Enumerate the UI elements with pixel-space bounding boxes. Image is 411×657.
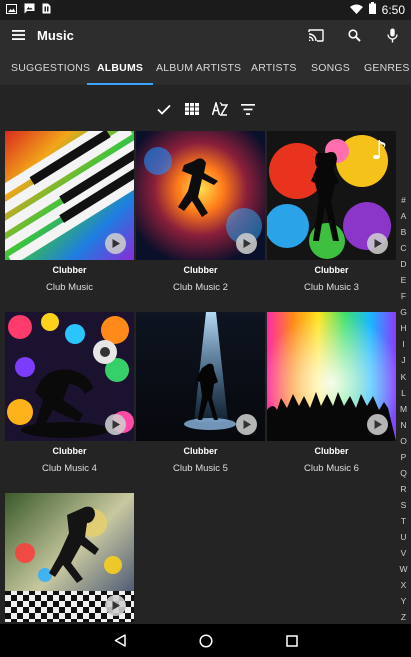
navigation-bar: [0, 624, 411, 657]
album-card[interactable]: Clubber Club Music 5: [136, 312, 265, 482]
alphabet-letter[interactable]: U: [400, 533, 406, 542]
alphabet-letter[interactable]: #: [401, 196, 406, 205]
alphabet-letter[interactable]: H: [400, 324, 406, 333]
alphabet-letter[interactable]: T: [401, 517, 406, 526]
album-card[interactable]: Clubber Club Music 6: [267, 312, 396, 482]
album-artist: Clubber: [183, 446, 218, 456]
alphabet-letter[interactable]: V: [401, 549, 407, 558]
alphabet-letter[interactable]: Y: [401, 597, 407, 606]
album-artist: Clubber: [314, 446, 349, 456]
album-art: [267, 312, 396, 441]
album-art: [5, 493, 134, 622]
album-art: [136, 131, 265, 260]
alphabet-letter[interactable]: N: [400, 421, 406, 430]
play-icon[interactable]: [105, 233, 126, 254]
album-artist: Clubber: [52, 446, 87, 456]
alphabet-letter[interactable]: O: [400, 437, 407, 446]
alphabet-letter[interactable]: W: [399, 565, 407, 574]
play-icon[interactable]: [105, 414, 126, 435]
album-card[interactable]: Clubber Club Music 2: [136, 131, 265, 301]
album-grid: Clubber Club Music Clubber Club Music 2 …: [0, 0, 396, 622]
alphabet-letter[interactable]: L: [401, 389, 406, 398]
alphabet-letter[interactable]: P: [401, 453, 407, 462]
album-art: [136, 312, 265, 441]
album-card[interactable]: [5, 493, 134, 622]
album-card[interactable]: ♪ Clubber Club Music 3: [267, 131, 396, 301]
play-icon[interactable]: [367, 233, 388, 254]
alphabet-letter[interactable]: J: [401, 356, 405, 365]
alphabet-letter[interactable]: K: [401, 373, 407, 382]
album-card[interactable]: Clubber Club Music 4: [5, 312, 134, 482]
alphabet-letter[interactable]: I: [402, 340, 404, 349]
play-icon[interactable]: [236, 233, 257, 254]
album-card[interactable]: Clubber Club Music: [5, 131, 134, 301]
album-title: Club Music 3: [304, 282, 359, 293]
album-art: [5, 312, 134, 441]
album-title: Club Music: [46, 282, 93, 293]
play-icon[interactable]: [236, 414, 257, 435]
alphabet-index[interactable]: # A B C D E F G H I J K L M N O P Q R S T U V W X Y Z: [396, 196, 411, 622]
alphabet-letter[interactable]: S: [401, 501, 407, 510]
alphabet-letter[interactable]: Z: [401, 613, 406, 622]
alphabet-letter[interactable]: A: [401, 212, 407, 221]
alphabet-letter[interactable]: D: [400, 260, 406, 269]
album-artist: Clubber: [52, 265, 87, 275]
album-art: [5, 131, 134, 260]
alphabet-letter[interactable]: X: [401, 581, 407, 590]
album-title: Club Music 5: [173, 463, 228, 474]
album-title: Club Music 6: [304, 463, 359, 474]
recents-icon[interactable]: [282, 631, 302, 651]
alphabet-letter[interactable]: M: [400, 405, 407, 414]
alphabet-letter[interactable]: R: [400, 485, 406, 494]
album-title: Club Music 4: [42, 463, 97, 474]
alphabet-letter[interactable]: Q: [400, 469, 407, 478]
alphabet-letter[interactable]: E: [401, 276, 407, 285]
album-artist: Clubber: [183, 265, 218, 275]
alphabet-letter[interactable]: G: [400, 308, 407, 317]
home-icon[interactable]: [196, 631, 216, 651]
svg-text:♪: ♪: [371, 136, 388, 166]
play-icon[interactable]: [105, 595, 126, 616]
album-title: Club Music 2: [173, 282, 228, 293]
album-artist: Clubber: [314, 265, 349, 275]
back-icon[interactable]: [110, 631, 130, 651]
play-icon[interactable]: [367, 414, 388, 435]
alphabet-letter[interactable]: B: [401, 228, 407, 237]
alphabet-letter[interactable]: F: [401, 292, 406, 301]
album-art: ♪: [267, 131, 396, 260]
alphabet-letter[interactable]: C: [400, 244, 406, 253]
